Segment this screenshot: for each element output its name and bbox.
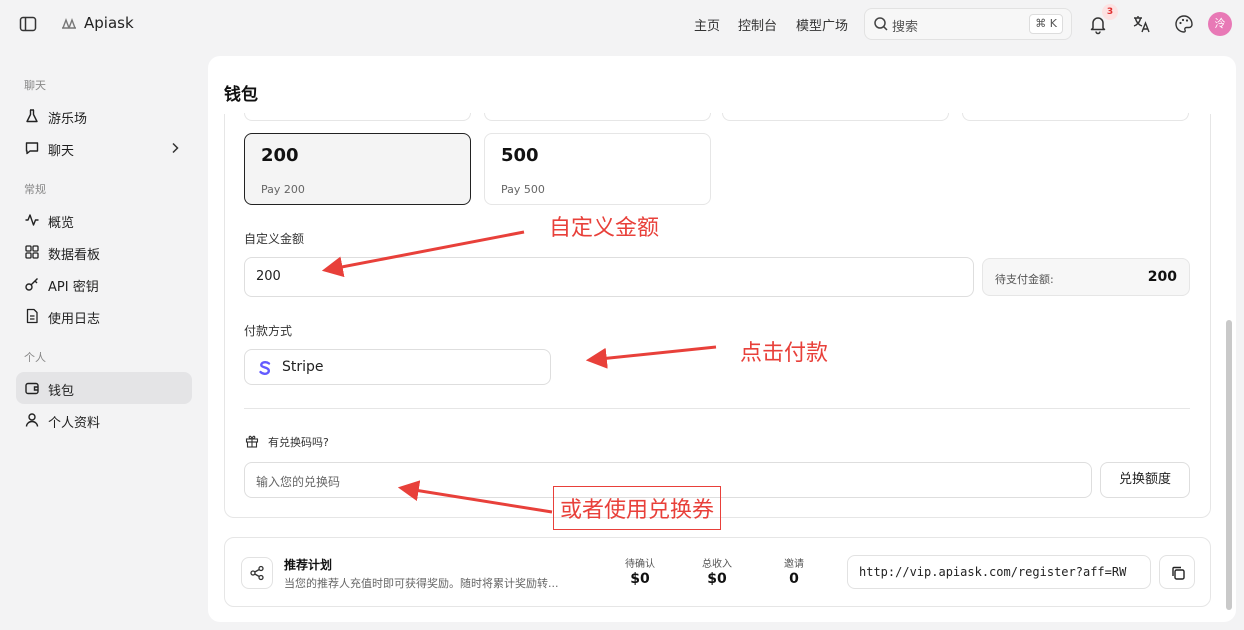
sidebar-item-overview[interactable]: 概览 (16, 204, 192, 236)
divider (244, 408, 1190, 409)
stripe-pay-button[interactable]: Stripe (244, 349, 551, 385)
copy-button[interactable] (1159, 555, 1195, 589)
copy-icon (1172, 566, 1185, 580)
sidebar-item-wallet[interactable]: 钱包 (16, 372, 192, 404)
custom-amount-input[interactable]: 200 (244, 257, 974, 297)
sidebar-item-usage-logs[interactable]: 使用日志 (16, 300, 192, 332)
nav-console[interactable]: 控制台 (738, 15, 777, 34)
search-icon (874, 17, 888, 31)
sidebar-item-chat[interactable]: 聊天 (16, 132, 192, 164)
sidebar-section-personal: 个人 (24, 351, 46, 364)
scrollbar[interactable] (1226, 320, 1232, 610)
redeem-button[interactable]: 兑换额度 (1100, 462, 1190, 498)
stat-income-label: 总收入 (702, 559, 732, 570)
notification-badge: 3 (1102, 4, 1118, 20)
amount-card-hidden[interactable] (962, 113, 1189, 121)
referral-description: 当您的推荐人充值时即可获得奖励。随时将累计奖励转... (284, 577, 559, 590)
grid-icon (25, 245, 39, 259)
wallet-icon (25, 382, 39, 395)
payment-method-label: 付款方式 (244, 324, 293, 338)
custom-amount-value: 200 (256, 269, 281, 284)
sidebar-item-label: 个人资料 (48, 416, 101, 431)
palette-icon[interactable] (1173, 13, 1195, 35)
amount-sub: Pay 200 (261, 183, 305, 196)
sidebar-section-chat: 聊天 (24, 79, 46, 92)
sidebar-item-label: 游乐场 (48, 112, 88, 127)
sidebar-item-label: 数据看板 (48, 248, 101, 263)
search-input[interactable]: 搜索 ⌘ K (864, 8, 1072, 40)
key-icon (25, 278, 38, 291)
amount-card-hidden[interactable] (244, 113, 471, 121)
stat-invites-label: 邀请 (784, 559, 804, 570)
share-icon (250, 565, 264, 581)
gift-icon (245, 435, 259, 448)
amount-value: 500 (501, 145, 539, 166)
sidebar-item-profile[interactable]: 个人资料 (16, 404, 192, 436)
wallet-panel: 钱包 200 Pay 200 500 Pay 500 自定义金额 200 待支付… (208, 56, 1236, 622)
referral-card: 推荐计划 当您的推荐人充值时即可获得奖励。随时将累计奖励转... 待确认 $0 … (224, 537, 1211, 607)
page-title: 钱包 (224, 85, 258, 105)
custom-amount-label: 自定义金额 (244, 232, 305, 246)
translate-icon[interactable] (1131, 13, 1153, 35)
redeem-code-placeholder: 输入您的兑换码 (256, 475, 341, 489)
pay-amount-value: 200 (1147, 269, 1177, 285)
share-button[interactable] (241, 557, 273, 589)
amount-sub: Pay 500 (501, 183, 545, 196)
chat-icon (25, 142, 39, 155)
stripe-icon (259, 360, 271, 376)
referral-title: 推荐计划 (284, 558, 333, 572)
payment-method-name: Stripe (282, 359, 324, 375)
referral-link-field[interactable]: http://vip.apiask.com/register?aff=RW (847, 555, 1151, 589)
nav-home[interactable]: 主页 (694, 15, 720, 34)
flask-icon (26, 109, 38, 123)
file-icon (26, 308, 38, 324)
annotation-or-redeem: 或者使用兑换券 (553, 486, 722, 530)
sidebar-item-dashboard[interactable]: 数据看板 (16, 236, 192, 268)
stat-income-value: $0 (707, 571, 727, 587)
referral-link: http://vip.apiask.com/register?aff=RW (859, 565, 1127, 579)
nav-model-market[interactable]: 模型广场 (796, 15, 848, 34)
redeem-question: 有兑换码吗? (268, 436, 329, 449)
search-placeholder: 搜索 (892, 20, 919, 35)
amount-card-500[interactable]: 500 Pay 500 (484, 133, 711, 205)
sidebar-item-label: 聊天 (48, 144, 75, 159)
pay-amount-label: 待支付金额: (995, 273, 1054, 286)
activity-icon (25, 214, 39, 226)
amount-card-hidden[interactable] (484, 113, 711, 121)
sidebar-item-playground[interactable]: 游乐场 (16, 100, 192, 132)
brand-name[interactable]: Apiask (84, 14, 134, 32)
chevron-right-icon (172, 142, 179, 154)
sidebar-item-label: API 密钥 (48, 280, 99, 295)
stat-pending-value: $0 (630, 571, 650, 587)
stat-invites-value: 0 (789, 571, 799, 587)
amount-card-hidden[interactable] (722, 113, 949, 121)
amount-value: 200 (261, 145, 299, 166)
sidebar-item-label: 使用日志 (48, 312, 101, 327)
stat-pending-label: 待确认 (625, 559, 655, 570)
avatar[interactable]: 泠 (1208, 12, 1232, 36)
sidebar-item-label: 概览 (48, 216, 75, 231)
amount-card-200[interactable]: 200 Pay 200 (244, 133, 471, 205)
search-shortcut: ⌘ K (1029, 14, 1063, 34)
sidebar-toggle-icon[interactable] (18, 14, 38, 34)
logo-icon (62, 18, 76, 29)
sidebar-item-label: 钱包 (48, 384, 75, 399)
top-bar: Apiask 主页 控制台 模型广场 搜索 ⌘ K 3 泠 (0, 0, 1244, 48)
annotation-custom-amount: 自定义金额 (549, 216, 660, 241)
pay-amount-box: 待支付金额: 200 (982, 258, 1190, 296)
sidebar-section-general: 常规 (24, 183, 46, 196)
sidebar-item-api-keys[interactable]: API 密钥 (16, 268, 192, 300)
annotation-click-pay: 点击付款 (740, 341, 829, 366)
user-icon (25, 413, 39, 427)
